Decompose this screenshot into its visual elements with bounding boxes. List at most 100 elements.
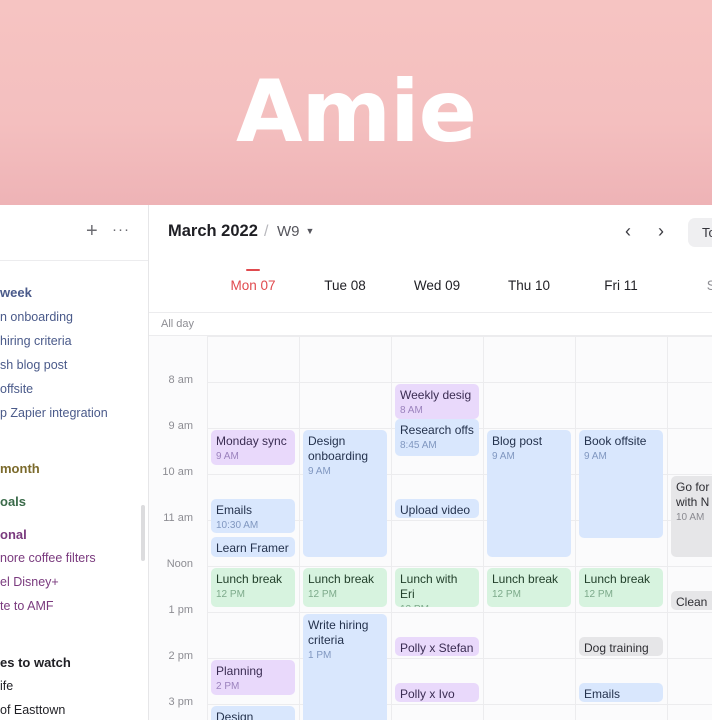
app-window: + ··· week n onboarding hiring criteria sh … bbox=[0, 205, 712, 720]
event-title: Lunch with Eri bbox=[400, 572, 458, 601]
hero-banner: Amie bbox=[0, 0, 712, 205]
calendar-event[interactable]: Lunch break 12 PM bbox=[211, 568, 295, 608]
sidebar: + ··· week n onboarding hiring criteria sh … bbox=[0, 205, 149, 720]
hour-line bbox=[207, 658, 712, 659]
time-grid[interactable]: 8 am 9 am 10 am 11 am Noon 1 pm 2 pm 3 pm Weekly… bbox=[149, 336, 712, 720]
day-column-divider bbox=[299, 336, 300, 720]
event-title: Go for with N bbox=[676, 480, 710, 509]
more-icon[interactable]: ··· bbox=[112, 221, 130, 238]
sidebar-group-title[interactable]: es to watch bbox=[0, 655, 71, 670]
event-title: Learn Framer bbox=[216, 541, 289, 556]
event-time: 12 PM bbox=[216, 589, 245, 600]
sidebar-group-title[interactable]: week bbox=[0, 285, 32, 300]
hour-line bbox=[207, 612, 712, 613]
event-title: Polly x Stefan bbox=[400, 641, 474, 655]
sidebar-item[interactable]: of Easttown bbox=[0, 703, 65, 717]
day-column-divider bbox=[483, 336, 484, 720]
calendar-event[interactable]: Write hiring criteria 1 PM bbox=[303, 614, 387, 720]
calendar-event[interactable]: Upload video bbox=[395, 499, 479, 518]
hour-line bbox=[207, 566, 712, 567]
sidebar-scrollbar[interactable] bbox=[141, 505, 145, 561]
calendar-event[interactable]: Book offsite 9 AM bbox=[579, 430, 663, 539]
event-time: 9 AM bbox=[584, 451, 607, 462]
caret-down-icon: ▼ bbox=[305, 226, 315, 236]
calendar-event[interactable]: Blog post 9 AM bbox=[487, 430, 571, 557]
day-header[interactable]: Fri 11 bbox=[575, 278, 667, 293]
sidebar-group-title[interactable]: month bbox=[0, 461, 40, 476]
day-column-divider bbox=[391, 336, 392, 720]
chevron-left-icon[interactable]: ‹ bbox=[625, 221, 631, 242]
today-button[interactable]: To bbox=[688, 218, 712, 247]
calendar-event[interactable]: Weekly desig 8 AM bbox=[395, 384, 479, 419]
day-column-divider bbox=[207, 336, 208, 720]
add-icon[interactable]: + bbox=[86, 220, 98, 243]
sidebar-item[interactable]: n onboarding bbox=[0, 310, 73, 324]
time-label: 8 am bbox=[168, 374, 193, 386]
event-title: Monday sync bbox=[216, 434, 287, 448]
hour-line bbox=[207, 704, 712, 705]
calendar-event[interactable]: Lunch break 12 PM bbox=[487, 568, 571, 608]
day-header[interactable]: Mon 07 bbox=[207, 278, 299, 293]
time-label: 10 am bbox=[162, 466, 193, 478]
sidebar-group-title[interactable]: oals bbox=[0, 494, 26, 509]
day-header[interactable]: Thu 10 bbox=[483, 278, 575, 293]
calendar-event[interactable]: Planning 2 PM bbox=[211, 660, 295, 695]
event-title: Lunch break bbox=[584, 572, 651, 586]
calendar-event[interactable]: Clean bbox=[671, 591, 712, 610]
calendar-event[interactable]: Learn Framer bbox=[211, 537, 295, 557]
calendar-event[interactable]: Research offs 8:45 AM bbox=[395, 418, 479, 456]
calendar-event[interactable]: Polly x Ivo bbox=[395, 683, 479, 702]
sidebar-item[interactable]: sh blog post bbox=[0, 358, 67, 372]
calendar-event[interactable]: Emails bbox=[579, 683, 663, 702]
event-time: 12 PM bbox=[308, 589, 337, 600]
time-label: 11 am bbox=[163, 512, 193, 524]
month-title: March 2022 bbox=[168, 222, 258, 240]
event-time: 8 AM bbox=[400, 405, 423, 416]
sidebar-item[interactable]: hiring criteria bbox=[0, 334, 72, 348]
event-title: Book offsite bbox=[584, 434, 647, 448]
sidebar-item[interactable]: offsite bbox=[0, 382, 33, 396]
sidebar-item[interactable]: te to AMF bbox=[0, 599, 54, 613]
event-time: 12 PM bbox=[584, 589, 613, 600]
calendar-event[interactable]: Emails 10:30 AM bbox=[211, 499, 295, 533]
time-label: 1 pm bbox=[168, 604, 193, 616]
week-label: W9 bbox=[277, 223, 300, 240]
event-time: 2 PM bbox=[216, 681, 240, 692]
calendar-event[interactable]: Design onboarding 9 AM bbox=[303, 430, 387, 557]
chevron-right-icon[interactable]: › bbox=[658, 221, 664, 242]
hour-line bbox=[207, 336, 712, 337]
event-title: Planning bbox=[216, 664, 263, 678]
day-column-divider bbox=[667, 336, 668, 720]
week-selector[interactable]: W9 ▼ bbox=[277, 223, 314, 240]
time-label: 2 pm bbox=[168, 650, 193, 662]
calendar-event[interactable]: Dog training bbox=[579, 637, 663, 656]
calendar-event[interactable]: Polly x Stefan bbox=[395, 637, 479, 656]
sidebar-item[interactable]: el Disney+ bbox=[0, 575, 59, 589]
sidebar-item[interactable]: p Zapier integration bbox=[0, 406, 108, 420]
calendar-event[interactable]: Lunch break 12 PM bbox=[303, 568, 387, 608]
event-title: Weekly desig bbox=[400, 388, 472, 402]
calendar-event[interactable]: Design bbox=[211, 706, 295, 720]
event-title: Design bbox=[216, 710, 254, 720]
day-header[interactable]: Wed 09 bbox=[391, 278, 483, 293]
sidebar-item[interactable]: ife bbox=[0, 679, 13, 693]
event-time: 8:45 AM bbox=[400, 439, 437, 451]
day-header[interactable]: Tue 08 bbox=[299, 278, 391, 293]
sidebar-group-title[interactable]: onal bbox=[0, 527, 27, 542]
all-day-label: All day bbox=[161, 318, 195, 330]
calendar-event[interactable]: Monday sync 9 AM bbox=[211, 430, 295, 465]
all-day-row[interactable] bbox=[149, 312, 712, 336]
sidebar-item[interactable]: nore coffee filters bbox=[0, 551, 96, 565]
calendar-event[interactable]: Lunch break 12 PM bbox=[579, 568, 663, 608]
calendar-event[interactable]: Lunch with Eri 12 PM bbox=[395, 568, 479, 608]
event-title: Clean bbox=[676, 595, 708, 609]
event-time: 9 AM bbox=[308, 466, 331, 477]
event-title: Design onboarding bbox=[308, 434, 369, 463]
event-time: 10 AM bbox=[676, 512, 705, 523]
day-column-divider bbox=[575, 336, 576, 720]
event-time: 12 PM bbox=[492, 589, 521, 600]
hero-title: Amie bbox=[236, 62, 477, 162]
day-header[interactable]: Sat bbox=[667, 278, 712, 293]
event-title: Emails bbox=[216, 503, 253, 517]
calendar-event[interactable]: Go for with N 10 AM bbox=[671, 476, 712, 557]
